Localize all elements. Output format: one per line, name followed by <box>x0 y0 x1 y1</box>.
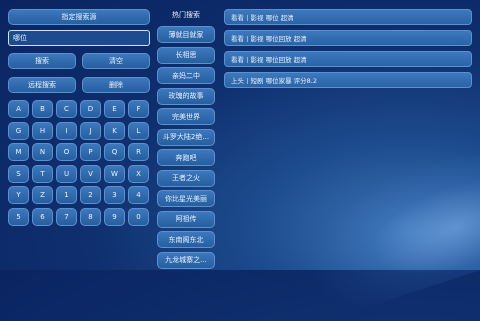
source-select-button[interactable]: 指定搜索源 <box>8 9 150 25</box>
key-x[interactable]: X <box>128 164 149 183</box>
key-q[interactable]: Q <box>104 143 125 161</box>
search-button[interactable]: 搜索 <box>8 53 76 69</box>
key-h[interactable]: H <box>32 121 53 140</box>
search-input-value: 哪位 <box>13 34 27 42</box>
key-1[interactable]: 1 <box>56 186 77 204</box>
key-2[interactable]: 2 <box>80 186 101 204</box>
hot-search-item[interactable]: 薄就目就家 <box>157 26 215 43</box>
hot-search-item[interactable]: 奔跑吧 <box>157 149 215 166</box>
result-item[interactable]: 上头丨短剧 哪位家暴 评分8.2 <box>224 72 472 88</box>
key-5[interactable]: 5 <box>8 207 29 226</box>
key-3[interactable]: 3 <box>104 186 125 204</box>
key-k[interactable]: K <box>104 121 125 140</box>
hot-search-item[interactable]: 你比星光美丽 <box>157 190 215 207</box>
hot-search-item[interactable]: 完美世界 <box>157 108 215 125</box>
clear-button[interactable]: 清空 <box>82 53 150 69</box>
background-glow <box>286 138 480 321</box>
result-item[interactable]: 看看丨影视 哪位 超清 <box>224 9 472 25</box>
key-i[interactable]: I <box>56 121 77 140</box>
key-f[interactable]: F <box>128 100 149 118</box>
hot-search-item[interactable]: 亲妈二中 <box>157 67 215 84</box>
key-a[interactable]: A <box>8 100 29 118</box>
search-input[interactable]: 哪位 <box>8 30 150 46</box>
hot-search-item[interactable]: 王者之火 <box>157 169 215 187</box>
remote-search-button[interactable]: 远程搜索 <box>8 77 76 93</box>
key-y[interactable]: Y <box>8 186 29 204</box>
hot-search-item[interactable]: 长相思 <box>157 46 215 64</box>
key-s[interactable]: S <box>8 164 29 183</box>
key-e[interactable]: E <box>104 100 125 118</box>
hot-search-title: 热门搜索 <box>172 11 200 19</box>
key-9[interactable]: 9 <box>104 207 125 226</box>
key-o[interactable]: O <box>56 143 77 161</box>
key-w[interactable]: W <box>104 164 125 183</box>
result-item[interactable]: 看看丨影视 哪位回放 超清 <box>224 51 472 67</box>
key-r[interactable]: R <box>128 143 149 161</box>
key-p[interactable]: P <box>80 143 101 161</box>
delete-button[interactable]: 删除 <box>82 77 150 93</box>
key-t[interactable]: T <box>32 164 53 183</box>
key-4[interactable]: 4 <box>128 186 149 204</box>
key-u[interactable]: U <box>56 164 77 183</box>
key-6[interactable]: 6 <box>32 207 53 226</box>
key-j[interactable]: J <box>80 121 101 140</box>
hot-search-item[interactable]: 东南阁东北 <box>157 231 215 248</box>
key-d[interactable]: D <box>80 100 101 118</box>
hot-search-item[interactable]: 阿祖传 <box>157 210 215 228</box>
key-z[interactable]: Z <box>32 186 53 204</box>
hot-search-item[interactable]: 九龙城寨之... <box>157 251 215 269</box>
key-8[interactable]: 8 <box>80 207 101 226</box>
key-0[interactable]: 0 <box>128 207 149 226</box>
key-7[interactable]: 7 <box>56 207 77 226</box>
key-v[interactable]: V <box>80 164 101 183</box>
key-b[interactable]: B <box>32 100 53 118</box>
key-g[interactable]: G <box>8 121 29 140</box>
result-item[interactable]: 看看丨影视 哪位回放 超清 <box>224 30 472 46</box>
key-n[interactable]: N <box>32 143 53 161</box>
key-m[interactable]: M <box>8 143 29 161</box>
hot-search-item[interactable]: 玫瑰的故事 <box>157 87 215 105</box>
hot-search-item[interactable]: 斗罗大陆2绝... <box>157 128 215 146</box>
key-c[interactable]: C <box>56 100 77 118</box>
key-l[interactable]: L <box>128 121 149 140</box>
